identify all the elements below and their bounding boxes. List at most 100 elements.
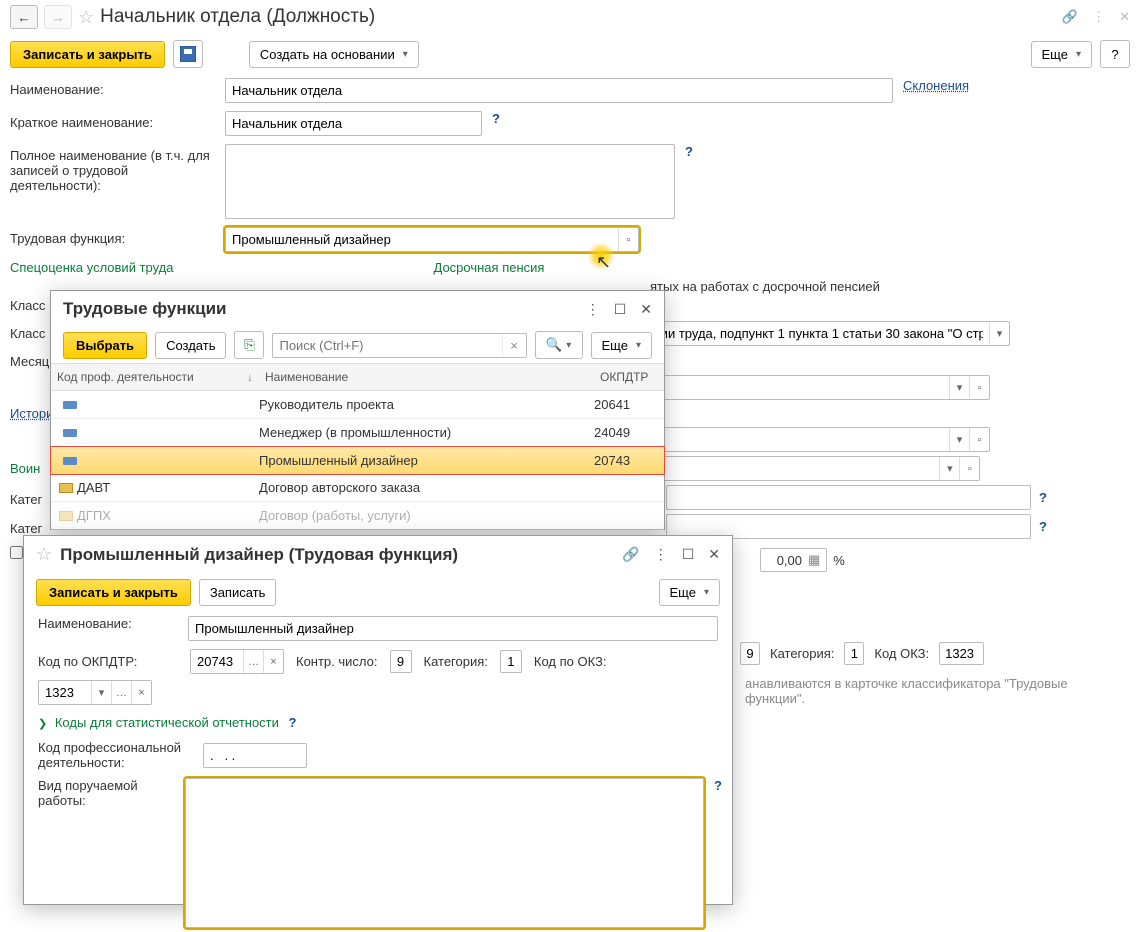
close-icon[interactable]: ✕ <box>708 546 720 563</box>
col-name[interactable]: Наименование <box>259 364 594 390</box>
maximize-icon[interactable]: ☐ <box>614 301 627 318</box>
menu-icon[interactable]: ⋮ <box>586 301 600 318</box>
bg-input[interactable] <box>666 485 1031 510</box>
help-icon[interactable]: ? <box>492 111 500 126</box>
table-row[interactable]: Менеджер (в промышленности)24049 <box>51 419 664 447</box>
declensions-link[interactable]: Склонения <box>903 78 969 93</box>
table-body: Руководитель проекта20641 Менеджер (в пр… <box>51 391 664 530</box>
full-name-textarea[interactable] <box>225 144 675 219</box>
search-box[interactable]: × <box>272 333 526 358</box>
work-type-textarea[interactable] <box>185 778 704 928</box>
col-code[interactable]: Код проф. деятельности ↓ <box>51 364 259 390</box>
cat-input[interactable] <box>500 650 522 673</box>
clear-icon[interactable]: × <box>502 334 526 357</box>
ellipsis-icon[interactable]: … <box>111 681 131 704</box>
favorite-icon[interactable]: ☆ <box>78 7 94 28</box>
amount-box[interactable]: 0,00▦ <box>760 548 827 572</box>
history-link[interactable]: Истори <box>10 406 53 421</box>
labor-func-label: Трудовая функция: <box>10 227 215 246</box>
okz-label: Код по ОКЗ: <box>534 654 607 669</box>
ellipsis-icon[interactable]: … <box>243 650 263 673</box>
create-based-button[interactable]: Создать на основании <box>249 41 419 68</box>
stat-codes-link[interactable]: Коды для статистической отчетности <box>55 715 279 730</box>
labor-func-combo[interactable]: ▫ <box>225 227 639 252</box>
bg-combo1[interactable]: ▾ <box>645 321 1010 346</box>
help-icon[interactable]: ? <box>685 144 693 159</box>
early-pension-link[interactable]: Досрочная пенсия <box>434 260 545 275</box>
save-close-button[interactable]: Записать и закрыть <box>10 41 165 68</box>
chevron-down-icon[interactable]: ▾ <box>91 681 111 704</box>
more-button[interactable]: Еще <box>659 579 720 606</box>
select-button[interactable]: Выбрать <box>63 332 147 359</box>
okz-input-bg[interactable] <box>939 642 984 665</box>
more-button[interactable]: Еще <box>1031 41 1092 68</box>
link-icon[interactable]: 🔗 <box>622 546 639 563</box>
spec-assessment-link[interactable]: Спецоценка условий труда <box>10 260 174 275</box>
save-button[interactable]: Записать <box>199 579 277 606</box>
cat-input-bg[interactable] <box>844 642 864 665</box>
name-input[interactable] <box>225 78 893 103</box>
prof-code-label: Код профессиональной деятельности: <box>38 740 193 770</box>
short-name-label: Краткое наименование: <box>10 111 215 130</box>
save-close-button[interactable]: Записать и закрыть <box>36 579 191 606</box>
cat-label-bg: Категория: <box>770 646 834 661</box>
search-input[interactable] <box>273 334 501 357</box>
help-icon[interactable]: ? <box>1039 490 1047 505</box>
save-icon <box>180 46 196 62</box>
save-button[interactable] <box>173 40 203 68</box>
prof-code-input[interactable] <box>203 743 307 768</box>
table-row[interactable]: ДГПХДоговор (работы, услуги) <box>51 502 664 530</box>
military-link[interactable]: Воин <box>10 461 40 476</box>
expand-icon[interactable]: ❯ <box>38 718 47 730</box>
help-icon[interactable]: ? <box>714 778 722 793</box>
close-icon[interactable]: ✕ <box>640 301 652 318</box>
table-row[interactable]: ДАВТДоговор авторского заказа <box>51 474 664 502</box>
work-type-label: Вид поручаемой работы: <box>38 778 175 808</box>
clear-icon[interactable]: × <box>263 650 283 673</box>
link-icon[interactable]: 🔗 <box>1062 9 1078 25</box>
forward-button[interactable]: → <box>44 5 72 29</box>
labor-function-edit-dialog: ☆ Промышленный дизайнер (Трудовая функци… <box>23 535 733 905</box>
kontr-label: Контр. число: <box>296 654 378 669</box>
open-icon[interactable]: ▫ <box>618 228 638 251</box>
kontr-input-bg[interactable] <box>740 642 760 665</box>
bg-combo3[interactable]: ▾▫ <box>660 427 990 452</box>
cat-label: Катег <box>10 488 50 507</box>
name-label: Наименование: <box>38 616 178 631</box>
name-input[interactable] <box>188 616 718 641</box>
col-okpdtr[interactable]: ОКПДТР <box>594 364 664 390</box>
hint-text: анавливаются в карточке классификатора "… <box>735 672 1140 710</box>
back-button[interactable]: ← <box>10 5 38 29</box>
dialog-title: Трудовые функции <box>63 299 578 319</box>
menu-icon[interactable]: ⋮ <box>1092 9 1105 25</box>
okpdtr-combo[interactable]: …× <box>190 649 284 674</box>
bg-combo4[interactable]: ▾▫ <box>650 456 980 481</box>
chevron-down-icon[interactable]: ▾ <box>989 322 1009 345</box>
help-button[interactable]: ? <box>1100 40 1130 68</box>
checkbox[interactable] <box>10 546 23 559</box>
menu-icon[interactable]: ⋮ <box>654 546 668 563</box>
labor-func-input[interactable] <box>226 228 618 251</box>
short-name-input[interactable] <box>225 111 482 136</box>
close-icon[interactable]: ✕ <box>1119 9 1130 25</box>
create-button[interactable]: Создать <box>155 332 226 359</box>
clear-icon[interactable]: × <box>131 681 151 704</box>
help-icon[interactable]: ? <box>1039 519 1047 534</box>
maximize-icon[interactable]: ☐ <box>682 546 695 563</box>
okpdtr-label: Код по ОКПДТР: <box>38 654 178 669</box>
more-button[interactable]: Еще <box>591 332 652 359</box>
favorite-icon[interactable]: ☆ <box>36 544 52 565</box>
full-name-label: Полное наименование (в т.ч. для записей … <box>10 144 215 193</box>
help-icon[interactable]: ? <box>289 715 297 730</box>
table-row-selected[interactable]: Промышленный дизайнер20743 <box>50 446 665 475</box>
bg-combo2[interactable]: ▾▫ <box>660 375 990 400</box>
okz-label-bg: Код ОКЗ: <box>874 646 929 661</box>
table-row[interactable]: Руководитель проекта20641 <box>51 391 664 419</box>
okz-combo[interactable]: ▾…× <box>38 680 152 705</box>
labor-functions-dialog: Трудовые функции ⋮ ☐ ✕ Выбрать Создать ⎘… <box>50 290 665 530</box>
dialog-title: Промышленный дизайнер (Трудовая функция) <box>60 545 614 565</box>
find-button[interactable]: 🔍 <box>535 331 583 359</box>
name-label: Наименование: <box>10 78 215 97</box>
kontr-input[interactable] <box>390 650 412 673</box>
group-button[interactable]: ⎘ <box>234 331 264 359</box>
